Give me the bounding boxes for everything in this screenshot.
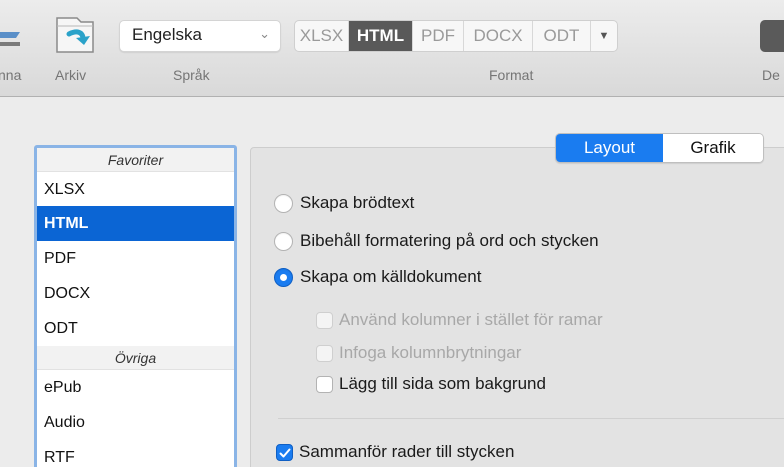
list-item-docx[interactable]: DOCX — [37, 276, 234, 311]
checkbox-disabled — [316, 344, 333, 362]
partial-tool-icon[interactable] — [0, 18, 24, 52]
panel-tabs: Layout Grafik — [555, 133, 764, 163]
archive-label: Arkiv — [55, 67, 87, 83]
radio-label: Bibehåll formatering på ord och stycken — [300, 231, 599, 250]
checkbox[interactable] — [316, 375, 333, 393]
format-segment-html[interactable]: HTML — [349, 21, 413, 51]
list-group-header-other: Övriga — [37, 346, 234, 370]
language-select[interactable]: Engelska ⌄ — [119, 20, 281, 52]
radio-button[interactable] — [274, 231, 293, 251]
format-list: Favoriter XLSX HTML PDF DOCX ODT Övriga … — [34, 145, 237, 467]
checkbox-disabled — [316, 311, 333, 329]
list-item-epub[interactable]: ePub — [37, 370, 234, 405]
list-item-audio[interactable]: Audio — [37, 405, 234, 440]
checkbox-checked[interactable] — [276, 443, 293, 461]
language-select-value: Engelska — [132, 25, 202, 44]
format-segmented-control: XLSX HTML PDF DOCX ODT ▼ — [294, 20, 618, 52]
radio-button[interactable] — [274, 193, 293, 213]
chevron-down-icon: ⌄ — [259, 26, 270, 41]
radio-label: Skapa om källdokument — [300, 267, 482, 286]
list-group-header-favorites: Favoriter — [37, 148, 234, 172]
panel-divider — [278, 418, 784, 419]
checkbox-option-page-background[interactable]: Lägg till sida som bakgrund — [316, 374, 546, 394]
checkbox-label: Lägg till sida som bakgrund — [339, 374, 546, 393]
checkbox-label: Sammanför rader till stycken — [299, 442, 515, 461]
format-label: Format — [489, 67, 534, 83]
list-item-xlsx[interactable]: XLSX — [37, 172, 234, 206]
radio-option-keep-formatting[interactable]: Bibehåll formatering på ord och stycken — [274, 231, 599, 251]
checkbox-option-use-columns: Använd kolumner i stället för ramar — [316, 310, 603, 330]
format-more-button[interactable]: ▼ — [591, 21, 617, 51]
format-segment-xlsx[interactable]: XLSX — [295, 21, 349, 51]
radio-option-recreate-source[interactable]: Skapa om källdokument — [274, 267, 481, 287]
checkbox-label: Infoga kolumnbrytningar — [339, 343, 522, 362]
language-label: Språk — [173, 67, 210, 83]
list-item-odt[interactable]: ODT — [37, 311, 234, 346]
list-item-pdf[interactable]: PDF — [37, 241, 234, 276]
format-segment-pdf[interactable]: PDF — [413, 21, 464, 51]
partial-right-label: De — [762, 67, 780, 83]
checkbox-option-column-breaks: Infoga kolumnbrytningar — [316, 343, 521, 363]
partial-tool-label: nna — [0, 67, 22, 83]
checkbox-label: Använd kolumner i stället för ramar — [339, 310, 603, 329]
archive-icon[interactable] — [53, 12, 97, 56]
toolbar-action-button[interactable] — [760, 20, 784, 52]
format-segment-docx[interactable]: DOCX — [464, 21, 533, 51]
caret-down-icon: ▼ — [598, 30, 610, 42]
list-item-html[interactable]: HTML — [37, 206, 234, 241]
tab-layout[interactable]: Layout — [556, 134, 663, 162]
checkbox-option-merge-lines[interactable]: Sammanför rader till stycken — [276, 442, 514, 462]
radio-option-body-text[interactable]: Skapa brödtext — [274, 193, 414, 213]
tab-graphics[interactable]: Grafik — [663, 134, 763, 162]
radio-button-selected[interactable] — [274, 267, 293, 287]
checkmark-icon — [279, 448, 291, 457]
format-segment-odt[interactable]: ODT — [533, 21, 591, 51]
radio-label: Skapa brödtext — [300, 193, 415, 212]
toolbar: nna Arkiv Engelska ⌄ Språk XLSX HTML PDF… — [0, 0, 784, 97]
list-item-rtf[interactable]: RTF — [37, 440, 234, 467]
